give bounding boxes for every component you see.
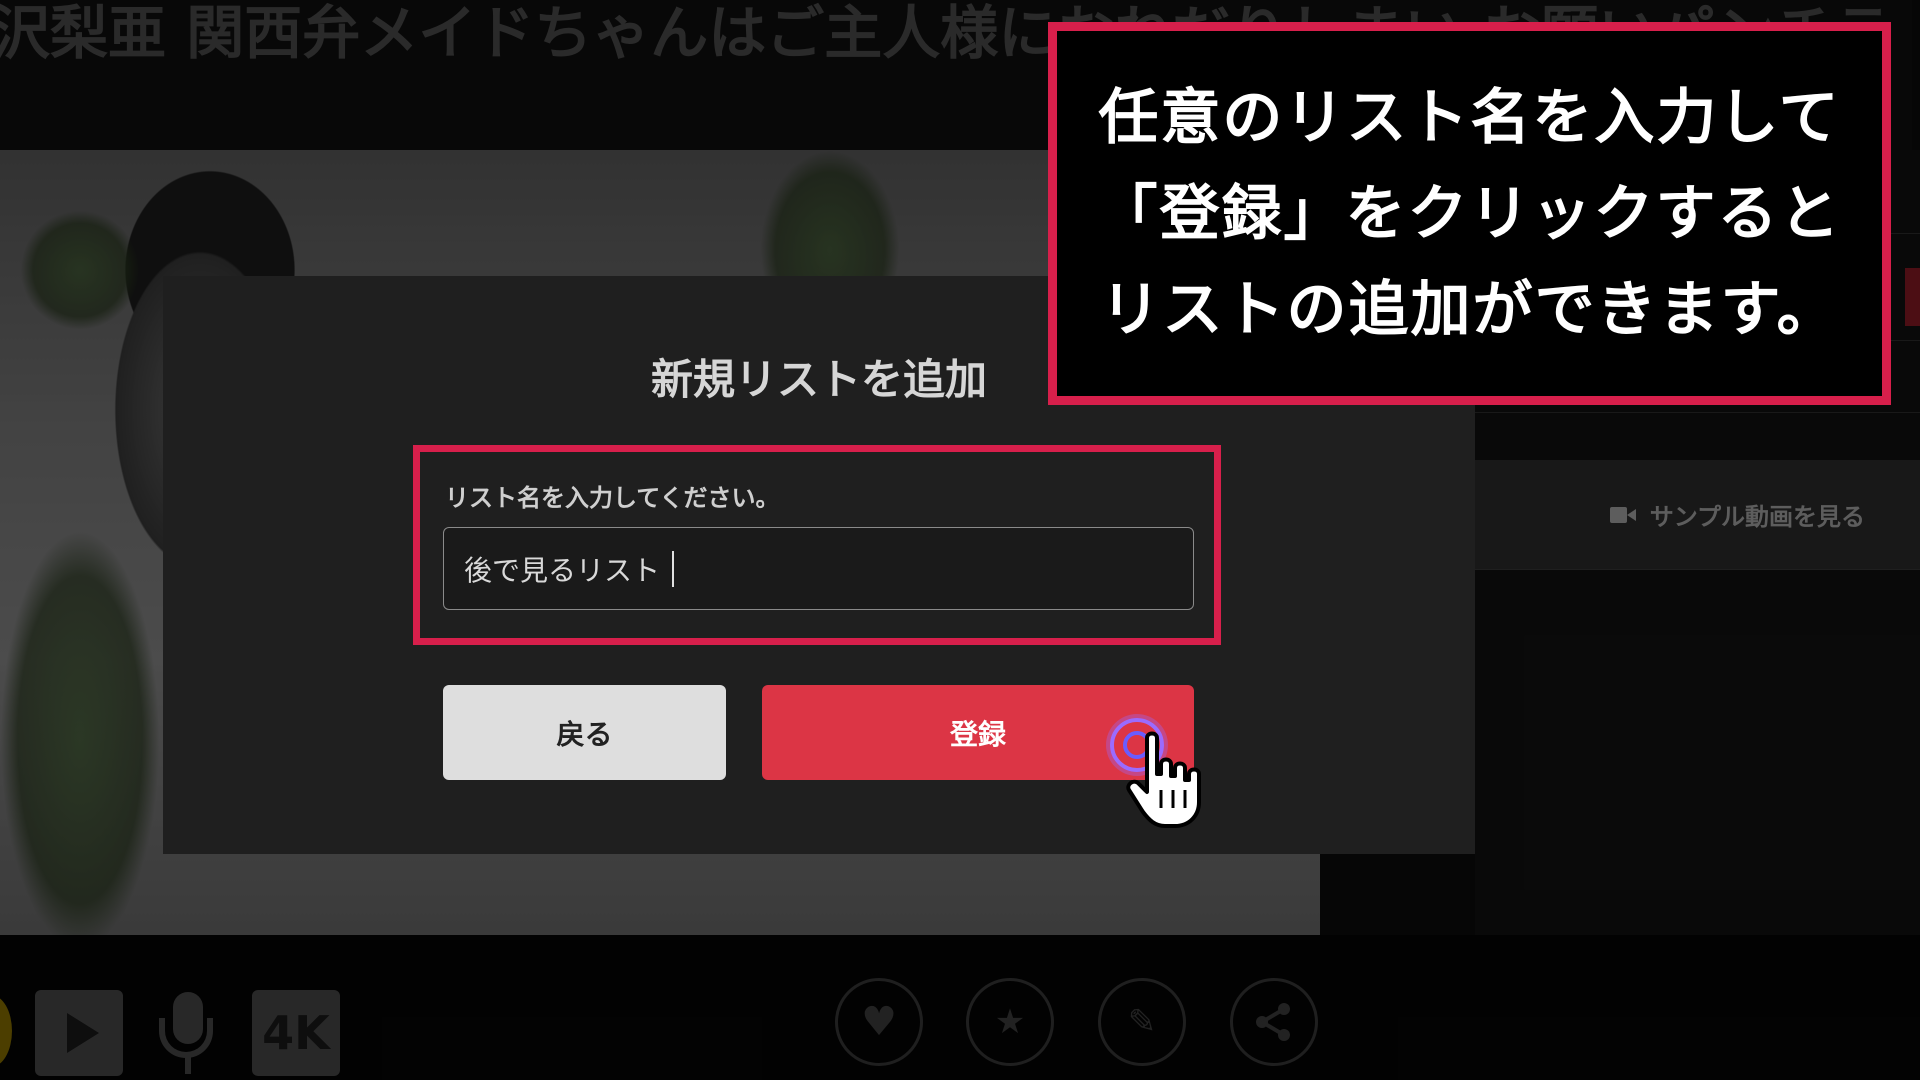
back-button[interactable]: 戻る — [443, 685, 726, 780]
hand-pointer-icon — [1126, 731, 1201, 828]
callout-line-2: 「登録」をクリックすると — [1097, 178, 1842, 249]
instruction-callout: 任意のリスト名を入力して 「登録」をクリックすると リストの追加ができます。 — [1048, 22, 1891, 405]
text-caret — [672, 551, 674, 587]
callout-line-3: リストの追加ができます。 — [1100, 274, 1839, 345]
callout-line-1: 任意のリスト名を入力して — [1098, 82, 1841, 153]
list-name-input[interactable] — [443, 527, 1194, 610]
list-name-label: リスト名を入力してください。 — [445, 484, 780, 512]
